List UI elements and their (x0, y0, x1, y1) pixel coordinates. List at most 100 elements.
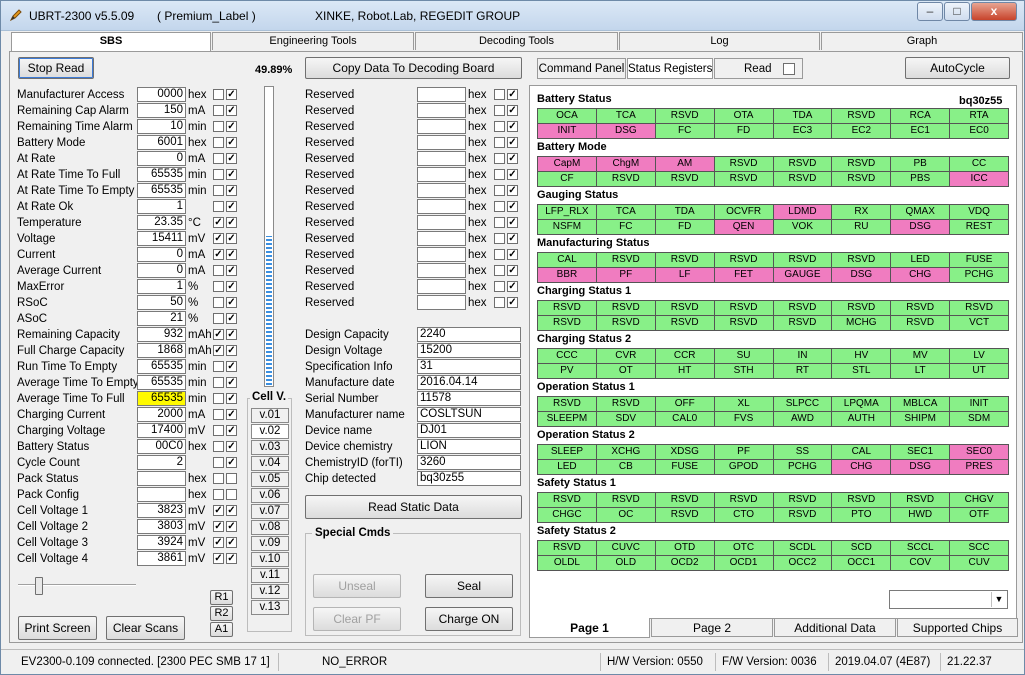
stop-read-button[interactable]: Stop Read (18, 57, 94, 79)
field-log-checkbox[interactable]: ✓ (213, 553, 224, 564)
tab-command-panel[interactable]: Command Panel (537, 58, 626, 79)
field-read-checkbox[interactable]: ✓ (226, 217, 237, 228)
field-read-checkbox[interactable]: ✓ (226, 185, 237, 196)
field-read-checkbox[interactable]: ✓ (226, 121, 237, 132)
reserved-log-checkbox[interactable] (494, 185, 505, 196)
cell-button[interactable]: v.10 (251, 552, 289, 567)
field-log-checkbox[interactable] (213, 297, 224, 308)
cell-button[interactable]: v.12 (251, 584, 289, 599)
reserved-log-checkbox[interactable] (494, 153, 505, 164)
read-checkbox[interactable] (783, 63, 795, 75)
reserved-read-checkbox[interactable]: ✓ (507, 185, 518, 196)
field-log-checkbox[interactable] (213, 185, 224, 196)
field-read-checkbox[interactable]: ✓ (226, 553, 237, 564)
field-read-checkbox[interactable] (226, 473, 237, 484)
field-read-checkbox[interactable]: ✓ (226, 377, 237, 388)
cell-button[interactable]: v.02 (251, 424, 289, 439)
reserved-log-checkbox[interactable] (494, 89, 505, 100)
field-read-checkbox[interactable]: ✓ (226, 505, 237, 516)
scan-slider-thumb[interactable] (35, 577, 43, 595)
cell-button[interactable]: v.05 (251, 472, 289, 487)
reserved-read-checkbox[interactable]: ✓ (507, 121, 518, 132)
field-read-checkbox[interactable]: ✓ (226, 313, 237, 324)
field-log-checkbox[interactable]: ✓ (213, 521, 224, 532)
field-log-checkbox[interactable]: ✓ (213, 345, 224, 356)
field-log-checkbox[interactable]: ✓ (213, 249, 224, 260)
reserved-read-checkbox[interactable]: ✓ (507, 201, 518, 212)
field-read-checkbox[interactable] (226, 489, 237, 500)
r2-button[interactable]: R2 (210, 606, 233, 621)
field-read-checkbox[interactable]: ✓ (226, 441, 237, 452)
field-log-checkbox[interactable]: ✓ (213, 505, 224, 516)
copy-to-decoding-button[interactable]: Copy Data To Decoding Board (305, 57, 522, 79)
reserved-log-checkbox[interactable] (494, 249, 505, 260)
field-log-checkbox[interactable]: ✓ (213, 537, 224, 548)
field-read-checkbox[interactable]: ✓ (226, 329, 237, 340)
reserved-read-checkbox[interactable]: ✓ (507, 297, 518, 308)
reserved-read-checkbox[interactable]: ✓ (507, 281, 518, 292)
reserved-log-checkbox[interactable] (494, 105, 505, 116)
field-read-checkbox[interactable]: ✓ (226, 345, 237, 356)
cell-button[interactable]: v.11 (251, 568, 289, 583)
field-read-checkbox[interactable]: ✓ (226, 233, 237, 244)
field-log-checkbox[interactable] (213, 313, 224, 324)
print-screen-button[interactable]: Print Screen (18, 616, 97, 640)
reserved-log-checkbox[interactable] (494, 233, 505, 244)
cell-button[interactable]: v.08 (251, 520, 289, 535)
reserved-read-checkbox[interactable]: ✓ (507, 105, 518, 116)
field-read-checkbox[interactable]: ✓ (226, 105, 237, 116)
reserved-read-checkbox[interactable]: ✓ (507, 217, 518, 228)
reserved-log-checkbox[interactable] (494, 281, 505, 292)
tab-page-1[interactable]: Page 1 (529, 618, 650, 638)
field-read-checkbox[interactable]: ✓ (226, 169, 237, 180)
reserved-read-checkbox[interactable]: ✓ (507, 169, 518, 180)
reserved-log-checkbox[interactable] (494, 217, 505, 228)
field-log-checkbox[interactable] (213, 153, 224, 164)
autocycle-button[interactable]: AutoCycle (905, 57, 1010, 79)
field-log-checkbox[interactable] (213, 361, 224, 372)
close-button[interactable]: x (971, 2, 1017, 21)
reserved-log-checkbox[interactable] (494, 137, 505, 148)
field-read-checkbox[interactable]: ✓ (226, 457, 237, 468)
cell-button[interactable]: v.07 (251, 504, 289, 519)
field-read-checkbox[interactable]: ✓ (226, 409, 237, 420)
tab-engineering-tools[interactable]: Engineering Tools (212, 32, 414, 50)
a1-button[interactable]: A1 (210, 622, 233, 637)
field-read-checkbox[interactable]: ✓ (226, 201, 237, 212)
cell-button[interactable]: v.13 (251, 600, 289, 615)
field-read-checkbox[interactable]: ✓ (226, 249, 237, 260)
field-log-checkbox[interactable] (213, 89, 224, 100)
field-log-checkbox[interactable] (213, 409, 224, 420)
clear-scans-button[interactable]: Clear Scans (106, 616, 185, 640)
reserved-log-checkbox[interactable] (494, 265, 505, 276)
tab-supported-chips[interactable]: Supported Chips (897, 618, 1018, 637)
field-log-checkbox[interactable]: ✓ (213, 217, 224, 228)
read-static-data-button[interactable]: Read Static Data (305, 495, 522, 519)
field-log-checkbox[interactable] (213, 441, 224, 452)
minimize-button[interactable]: – (917, 2, 943, 21)
tab-log[interactable]: Log (619, 32, 820, 50)
field-log-checkbox[interactable] (213, 473, 224, 484)
field-log-checkbox[interactable] (213, 265, 224, 276)
field-read-checkbox[interactable]: ✓ (226, 521, 237, 532)
field-log-checkbox[interactable] (213, 105, 224, 116)
field-read-checkbox[interactable]: ✓ (226, 281, 237, 292)
field-read-checkbox[interactable]: ✓ (226, 425, 237, 436)
field-log-checkbox[interactable] (213, 377, 224, 388)
field-log-checkbox[interactable] (213, 457, 224, 468)
seal-button[interactable]: Seal (425, 574, 513, 598)
reserved-log-checkbox[interactable] (494, 297, 505, 308)
tab-sbs[interactable]: SBS (11, 32, 211, 52)
field-log-checkbox[interactable] (213, 425, 224, 436)
clear-pf-button[interactable]: Clear PF (313, 607, 401, 631)
maximize-button[interactable]: □ (944, 2, 970, 21)
field-read-checkbox[interactable]: ✓ (226, 153, 237, 164)
field-read-checkbox[interactable]: ✓ (226, 537, 237, 548)
field-log-checkbox[interactable] (213, 489, 224, 500)
field-log-checkbox[interactable] (213, 393, 224, 404)
reserved-log-checkbox[interactable] (494, 201, 505, 212)
cell-button[interactable]: v.01 (251, 408, 289, 423)
unseal-button[interactable]: Unseal (313, 574, 401, 598)
field-read-checkbox[interactable]: ✓ (226, 297, 237, 308)
page-dropdown[interactable]: ▼ (889, 590, 1008, 609)
